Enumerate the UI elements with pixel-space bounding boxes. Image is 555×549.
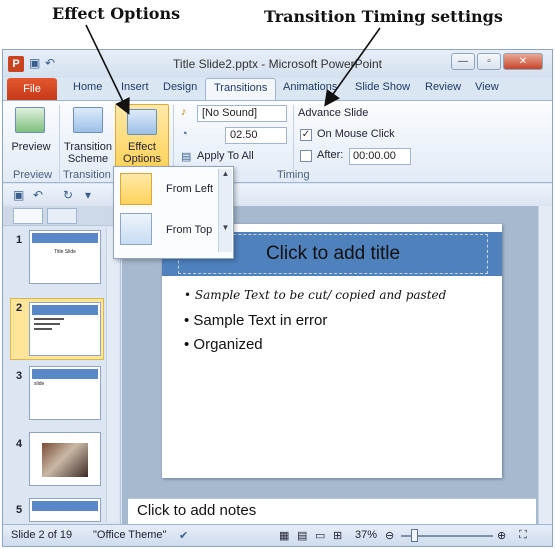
slide-count: Slide 2 of 19	[11, 529, 73, 541]
group-separator	[59, 105, 60, 181]
transition-scheme-icon[interactable]	[73, 107, 103, 133]
slide-thumbnail-2[interactable]	[29, 302, 101, 356]
powerpoint-window: P ▣ ↶ Title Slide2.pptx - Microsoft Powe…	[2, 49, 553, 547]
apply-to-all-icon: ▤	[181, 151, 192, 163]
bullet-3[interactable]: • Organized	[184, 336, 263, 353]
after-time-input[interactable]: 00:00.00	[349, 148, 411, 165]
slide-show-icon[interactable]: ⊞	[333, 529, 342, 542]
slide-number: 3	[16, 370, 23, 382]
slide-number: 5	[16, 504, 23, 516]
effect-options-label-1[interactable]: Effect	[115, 141, 169, 153]
preview-icon[interactable]	[15, 107, 45, 133]
group-label-transition: Transition t	[63, 169, 118, 181]
zoom-out-icon[interactable]: ⊖	[385, 529, 394, 542]
status-bar: Slide 2 of 19 "Office Theme" ✔ ▦ ▤ ▭ ⊞ 3…	[3, 524, 552, 546]
slides-tab[interactable]	[13, 208, 43, 224]
tab-transitions[interactable]: Transitions	[205, 78, 277, 101]
from-top-icon[interactable]	[120, 213, 152, 245]
apply-to-all-button[interactable]: Apply To All	[197, 150, 254, 162]
slide-number: 4	[16, 438, 23, 450]
theme-name: "Office Theme"	[93, 529, 167, 541]
tab-insert[interactable]: Insert	[121, 81, 149, 93]
minimize-button[interactable]: —	[451, 53, 475, 70]
title-bar: P ▣ ↶ Title Slide2.pptx - Microsoft Powe…	[3, 50, 552, 78]
slide-canvas: Click to add title • Sample Text to be c…	[162, 224, 502, 478]
on-mouse-click-label: On Mouse Click	[317, 128, 395, 140]
sound-dropdown[interactable]: [No Sound]	[197, 105, 287, 122]
thumb-title-bar	[32, 233, 98, 243]
from-left-icon[interactable]	[120, 173, 152, 205]
slide-thumbnail-3[interactable]: slide	[29, 366, 101, 420]
sound-icon: ♪	[181, 106, 187, 118]
effect-options-icon[interactable]	[127, 109, 157, 135]
redo-icon[interactable]: ↻	[63, 188, 73, 202]
save-icon[interactable]: ▣	[13, 188, 24, 202]
from-top-option[interactable]: From Top	[166, 224, 212, 236]
slide-thumbnail-4[interactable]	[29, 432, 101, 486]
quick-access-toolbar: ▣ ↶ ↻ ▾	[3, 184, 552, 206]
transition-scheme-label-1[interactable]: Transition	[61, 141, 115, 153]
transition-timing-annotation: Transition Timing settings	[264, 7, 503, 26]
after-checkbox[interactable]	[300, 150, 312, 162]
tab-view[interactable]: View	[475, 81, 499, 93]
close-button[interactable]: ✕	[503, 53, 543, 70]
slides-panel-scrollbar[interactable]	[106, 228, 118, 522]
effect-options-menu: From Left From Top ▲ ▼	[113, 166, 234, 259]
slide-thumbnail-5[interactable]	[29, 498, 101, 522]
thumb-title-bar	[32, 369, 98, 379]
reading-view-icon[interactable]: ▭	[315, 529, 325, 542]
transition-scheme-label-2[interactable]: Scheme	[61, 153, 115, 165]
thumb-photo	[42, 443, 88, 477]
maximize-button[interactable]: ▫	[477, 53, 501, 70]
tab-review[interactable]: Review	[425, 81, 461, 93]
thumb-text: slide	[34, 381, 45, 387]
effect-options-label-2[interactable]: Options	[115, 153, 169, 165]
after-label: After:	[317, 149, 344, 161]
on-mouse-click-checkbox[interactable]: ✓	[300, 129, 312, 141]
duration-spinner[interactable]: 02.50	[225, 127, 287, 144]
slide-number: 2	[16, 302, 23, 314]
tab-design[interactable]: Design	[163, 81, 197, 93]
tab-home[interactable]: Home	[73, 81, 102, 93]
zoom-level[interactable]: 37%	[355, 529, 377, 541]
group-label-timing: Timing	[277, 169, 310, 181]
zoom-slider-thumb[interactable]	[411, 529, 418, 542]
fit-to-window-icon[interactable]: ⛶	[519, 529, 527, 542]
effect-menu-scrollbar[interactable]: ▲ ▼	[218, 169, 232, 252]
from-left-option[interactable]: From Left	[166, 183, 213, 195]
slides-panel: 1 Title Slide 2 3 slide 4 5	[3, 206, 121, 524]
slide-thumbnail-1[interactable]: Title Slide	[29, 230, 101, 284]
tab-animations[interactable]: Animations	[283, 81, 337, 93]
panel-tabs	[3, 206, 121, 226]
preview-button[interactable]: Preview	[9, 141, 53, 153]
slide-sorter-icon[interactable]: ▤	[297, 529, 307, 542]
thumb-title-bar	[32, 501, 98, 511]
thumb-title-bar	[32, 305, 98, 315]
notes-pane[interactable]: Click to add notes	[128, 498, 536, 524]
bullet-1[interactable]: • Sample Text to be cut/ copied and past…	[184, 288, 446, 302]
effect-options-annotation: Effect Options	[52, 4, 181, 23]
zoom-in-icon[interactable]: ⊕	[497, 529, 506, 542]
tab-file[interactable]: File	[7, 78, 57, 100]
undo-icon[interactable]: ↶	[33, 188, 43, 202]
bullet-2[interactable]: • Sample Text in error	[184, 312, 327, 329]
ribbon: Preview Transition Scheme Effect Options…	[3, 100, 552, 183]
group-label-preview: Preview	[13, 169, 53, 181]
duration-clock-icon: ◔	[181, 128, 188, 140]
outline-tab[interactable]	[47, 208, 77, 224]
customize-qat-icon[interactable]: ▾	[85, 188, 91, 202]
slide-number: 1	[16, 234, 23, 246]
editor-scrollbar[interactable]	[538, 206, 552, 524]
thumb-title-text: Title Slide	[54, 249, 76, 255]
normal-view-icon[interactable]: ▦	[279, 529, 289, 542]
advance-slide-heading: Advance Slide	[298, 107, 369, 119]
tab-slide-show[interactable]: Slide Show	[355, 81, 410, 93]
spelling-check-icon[interactable]: ✔	[179, 529, 188, 542]
ribbon-tabs: File Home Insert Design Transitions Anim…	[3, 78, 552, 101]
